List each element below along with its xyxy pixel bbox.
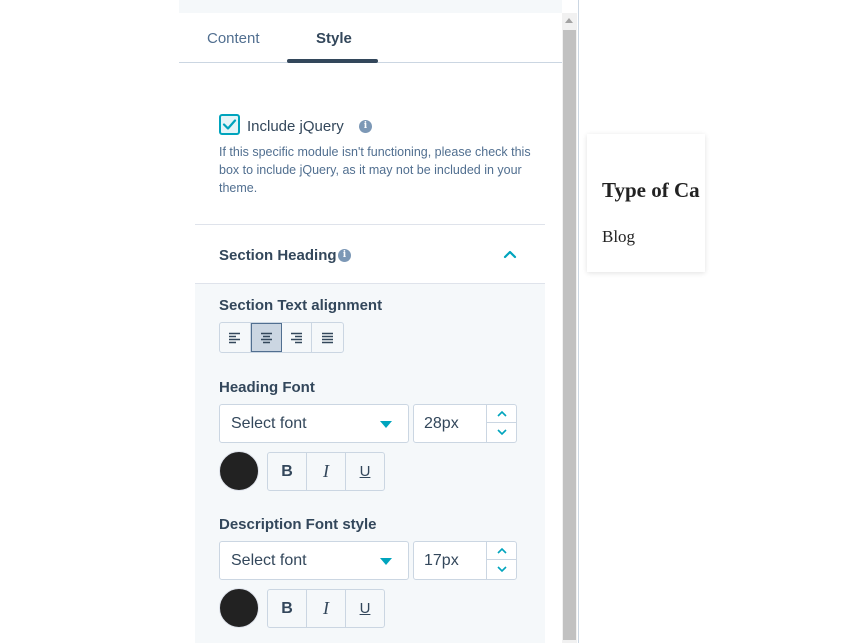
info-icon[interactable]: i	[338, 249, 351, 262]
increment-button[interactable]	[487, 542, 517, 560]
description-font-size-input[interactable]: 17px	[413, 541, 517, 580]
description-style-buttons: B I U	[267, 589, 385, 628]
panel-scrollbar[interactable]	[562, 13, 577, 643]
description-font-size-stepper	[486, 542, 517, 579]
heading-style-buttons: B I U	[267, 452, 385, 491]
alignment-label: Section Text alignment	[219, 297, 383, 314]
caret-down-icon	[380, 558, 392, 565]
decrement-button[interactable]	[487, 423, 517, 441]
heading-font-label: Heading Font	[219, 379, 315, 396]
heading-italic-button[interactable]: I	[307, 453, 346, 490]
section-heading-settings: Section Text alignment Heading Font Sele…	[195, 284, 545, 643]
preview-card[interactable]: Type of Ca Blog	[587, 134, 705, 272]
editor-tabs: Content Style	[179, 13, 562, 63]
heading-bold-button[interactable]: B	[268, 453, 307, 490]
section-heading-title: Section Heading	[219, 247, 337, 264]
align-center-button[interactable]	[250, 323, 282, 352]
align-left-button[interactable]	[220, 323, 251, 352]
heading-font-size-stepper	[486, 405, 517, 442]
align-right-button[interactable]	[282, 323, 313, 352]
heading-font-select-value: Select font	[231, 415, 307, 432]
info-icon[interactable]: i	[359, 120, 372, 133]
tab-style[interactable]: Style	[316, 30, 352, 47]
preview-description: Blog	[602, 227, 636, 246]
description-font-select[interactable]: Select font	[219, 541, 409, 580]
include-jquery-checkbox[interactable]	[219, 114, 240, 135]
heading-underline-button[interactable]: U	[346, 453, 384, 490]
align-left-icon	[229, 332, 241, 343]
align-justify-icon	[322, 332, 334, 343]
chevron-up-icon	[497, 547, 507, 554]
chevron-up-icon	[497, 410, 507, 417]
module-preview-area: Type of Ca Blog	[579, 0, 858, 643]
heading-color-swatch[interactable]	[219, 451, 259, 491]
heading-font-select[interactable]: Select font	[219, 404, 409, 443]
section-heading-toggle[interactable]: Section Heading i	[195, 224, 545, 284]
chevron-up-icon[interactable]	[503, 247, 517, 261]
description-italic-button[interactable]: I	[307, 590, 346, 627]
checkmark-icon	[222, 119, 237, 130]
caret-down-icon	[380, 421, 392, 428]
scroll-up-arrow-icon[interactable]	[565, 18, 573, 23]
include-jquery-label[interactable]: Include jQuery	[247, 118, 344, 135]
increment-button[interactable]	[487, 405, 517, 423]
chevron-down-icon	[497, 428, 507, 435]
description-bold-button[interactable]: B	[268, 590, 307, 627]
include-jquery-help-text: If this specific module isn't functionin…	[219, 145, 531, 195]
preview-heading: Type of Ca	[602, 178, 700, 202]
active-tab-indicator	[287, 59, 378, 63]
tab-content[interactable]: Content	[207, 30, 260, 47]
description-font-size-value: 17px	[424, 552, 459, 569]
description-font-label: Description Font style	[219, 516, 377, 533]
chevron-down-icon	[497, 565, 507, 572]
alignment-button-group	[219, 322, 344, 353]
heading-font-size-input[interactable]: 28px	[413, 404, 517, 443]
description-font-select-value: Select font	[231, 552, 307, 569]
scrollbar-thumb[interactable]	[563, 30, 576, 640]
decrement-button[interactable]	[487, 560, 517, 578]
align-center-icon	[260, 332, 272, 343]
description-underline-button[interactable]: U	[346, 590, 384, 627]
style-editor-panel: Content Style Include jQuery i If this s…	[179, 0, 579, 643]
description-color-swatch[interactable]	[219, 588, 259, 628]
align-right-icon	[290, 332, 302, 343]
heading-font-size-value: 28px	[424, 415, 459, 432]
panel-top-bar	[179, 0, 562, 13]
align-justify-button[interactable]	[312, 323, 343, 352]
